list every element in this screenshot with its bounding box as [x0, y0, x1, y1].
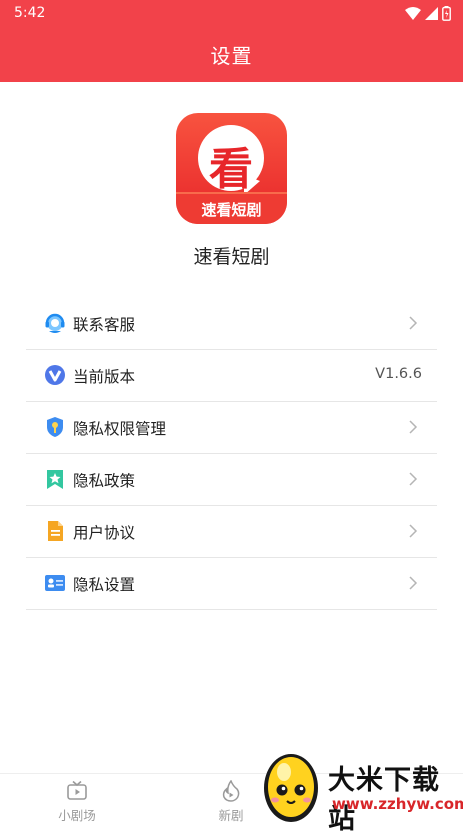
- chevron-right-icon: [409, 316, 418, 330]
- version-value: V1.6.6: [375, 366, 422, 382]
- customer-service-headset-icon: [45, 313, 65, 333]
- version-v-icon: [45, 365, 65, 385]
- chevron-right-icon: [409, 576, 418, 590]
- status-icons: [405, 5, 451, 21]
- menu-label: 隐私政策: [73, 472, 136, 490]
- page-title: 设置: [210, 44, 253, 68]
- menu-item-privacy-policy[interactable]: 隐私政策: [26, 454, 437, 506]
- egg-mascot-icon: [264, 754, 318, 822]
- settings-menu: 联系客服 当前版本 V1.6.6 隐私权限管理 隐私政策 用户协议 隐私设置: [26, 298, 437, 610]
- menu-label: 隐私设置: [73, 576, 136, 594]
- menu-item-current-version[interactable]: 当前版本 V1.6.6: [26, 350, 437, 402]
- menu-label: 隐私权限管理: [73, 420, 167, 438]
- battery-icon: [442, 5, 451, 21]
- status-bar: 5:42: [0, 0, 463, 26]
- app-header: 5:42 设置: [0, 0, 463, 82]
- signal-icon: [425, 6, 438, 20]
- status-time: 5:42: [14, 5, 46, 21]
- logo-character: 看: [209, 144, 253, 195]
- nav-tab-label: 小剧场: [58, 808, 96, 823]
- watermark: 大米下载站 www.zzhyw.com: [252, 744, 463, 835]
- chevron-right-icon: [409, 524, 418, 538]
- bookmark-star-icon: [47, 470, 63, 489]
- app-name: 速看短剧: [193, 246, 270, 268]
- app-logo: 看 速看短剧: [176, 113, 287, 224]
- nav-tab-theater[interactable]: 小剧场: [42, 780, 112, 824]
- watermark-url: www.zzhyw.com: [332, 795, 463, 813]
- chevron-right-icon: [409, 420, 418, 434]
- logo-caption: 速看短剧: [201, 201, 262, 219]
- menu-label: 当前版本: [73, 368, 136, 386]
- chevron-right-icon: [409, 472, 418, 486]
- menu-item-privacy-settings[interactable]: 隐私设置: [26, 558, 437, 610]
- document-icon: [48, 521, 63, 541]
- menu-item-privacy-permissions[interactable]: 隐私权限管理: [26, 402, 437, 454]
- wifi-icon: [405, 6, 421, 20]
- id-card-icon: [45, 575, 65, 591]
- menu-label: 用户协议: [73, 524, 136, 542]
- flame-play-icon: [222, 780, 240, 802]
- menu-label: 联系客服: [73, 316, 136, 334]
- tv-play-icon: [67, 780, 87, 800]
- shield-key-icon: [47, 417, 63, 437]
- menu-item-contact-support[interactable]: 联系客服: [26, 298, 437, 350]
- menu-item-user-agreement[interactable]: 用户协议: [26, 506, 437, 558]
